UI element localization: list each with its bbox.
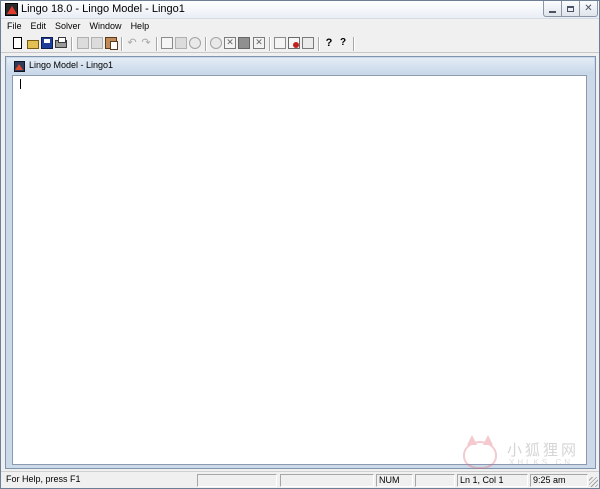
menu-edit[interactable]: Edit xyxy=(26,19,51,35)
window-title: Lingo 18.0 - Lingo Model - Lingo1 xyxy=(21,3,185,15)
watermark-text: 小狐狸网 xyxy=(507,441,580,459)
menu-solver[interactable]: Solver xyxy=(50,19,85,35)
menu-bar: File Edit Solver Window Help xyxy=(1,19,599,35)
toolbar-separator xyxy=(156,37,158,51)
lingo-model-icon[interactable] xyxy=(14,61,25,72)
status-pane xyxy=(280,474,374,487)
title-bar[interactable]: Lingo 18.0 - Lingo Model - Lingo1 ✕ xyxy=(1,1,599,19)
toolbar-separator xyxy=(71,37,73,51)
find-next-icon[interactable] xyxy=(175,37,187,49)
print-icon[interactable] xyxy=(55,37,67,48)
new-file-icon[interactable] xyxy=(13,37,22,49)
model-editor[interactable] xyxy=(12,75,587,465)
toolbar: ↶ ↷ ✕ ✕ ? ? xyxy=(1,35,599,53)
status-pane xyxy=(415,474,455,487)
close-button[interactable]: ✕ xyxy=(579,1,598,17)
status-time: 9:25 am xyxy=(530,474,588,487)
toolbar-separator xyxy=(353,37,355,51)
toolbar-separator xyxy=(205,37,207,51)
text-caret xyxy=(20,79,21,89)
toolbar-separator xyxy=(121,37,123,51)
model-window-title: Lingo Model - Lingo1 xyxy=(29,60,114,70)
minimize-icon xyxy=(549,10,556,13)
mdi-client-area: Lingo Model - Lingo1 xyxy=(5,56,596,469)
close-icon: ✕ xyxy=(584,2,593,14)
lingo-window: Lingo 18.0 - Lingo Model - Lingo1 ✕ File… xyxy=(0,0,600,489)
toolbar-separator xyxy=(269,37,271,51)
status-pane xyxy=(197,474,277,487)
toolbar-separator xyxy=(318,37,320,51)
open-folder-icon[interactable] xyxy=(27,40,39,49)
menu-file[interactable]: File xyxy=(1,19,26,35)
model-window: Lingo Model - Lingo1 xyxy=(5,56,596,469)
fox-logo-icon xyxy=(463,435,497,469)
status-cursor-position: Ln 1, Col 1 xyxy=(457,474,528,487)
find-icon[interactable] xyxy=(161,37,173,49)
menu-window[interactable]: Window xyxy=(85,19,126,35)
copy-icon[interactable] xyxy=(91,37,103,49)
status-help-text: For Help, press F1 xyxy=(6,474,81,484)
whats-this-help-icon[interactable]: ? xyxy=(337,37,349,49)
paste-icon[interactable] xyxy=(105,37,118,50)
close-all-icon[interactable]: ✕ xyxy=(253,37,265,49)
cascade-icon[interactable] xyxy=(302,37,314,49)
status-bar: For Help, press F1 NUM Ln 1, Col 1 9:25 … xyxy=(1,471,599,488)
watermark-url: XHLKS.CN xyxy=(509,458,574,467)
maximize-button[interactable] xyxy=(561,1,580,17)
cut-icon[interactable] xyxy=(77,37,89,49)
go-to-line-icon[interactable] xyxy=(189,37,201,49)
menu-help[interactable]: Help xyxy=(126,19,154,35)
stop-icon[interactable] xyxy=(238,37,250,49)
watermark: 小狐狸网 XHLKS.CN xyxy=(463,435,593,471)
undo-icon[interactable]: ↶ xyxy=(126,37,138,49)
solution-icon[interactable]: ✕ xyxy=(224,37,236,49)
tile-icon[interactable] xyxy=(288,37,300,49)
model-window-title-bar[interactable]: Lingo Model - Lingo1 xyxy=(7,58,594,74)
solve-icon[interactable] xyxy=(210,37,222,49)
minimize-button[interactable] xyxy=(543,1,562,17)
help-icon[interactable]: ? xyxy=(323,37,335,49)
options-icon[interactable] xyxy=(274,37,286,49)
lingo-app-icon[interactable] xyxy=(5,3,18,16)
save-icon[interactable] xyxy=(41,37,53,49)
status-num-lock: NUM xyxy=(376,474,413,487)
resize-grip[interactable] xyxy=(589,477,598,487)
redo-icon[interactable]: ↷ xyxy=(140,37,152,49)
maximize-icon xyxy=(567,5,574,12)
